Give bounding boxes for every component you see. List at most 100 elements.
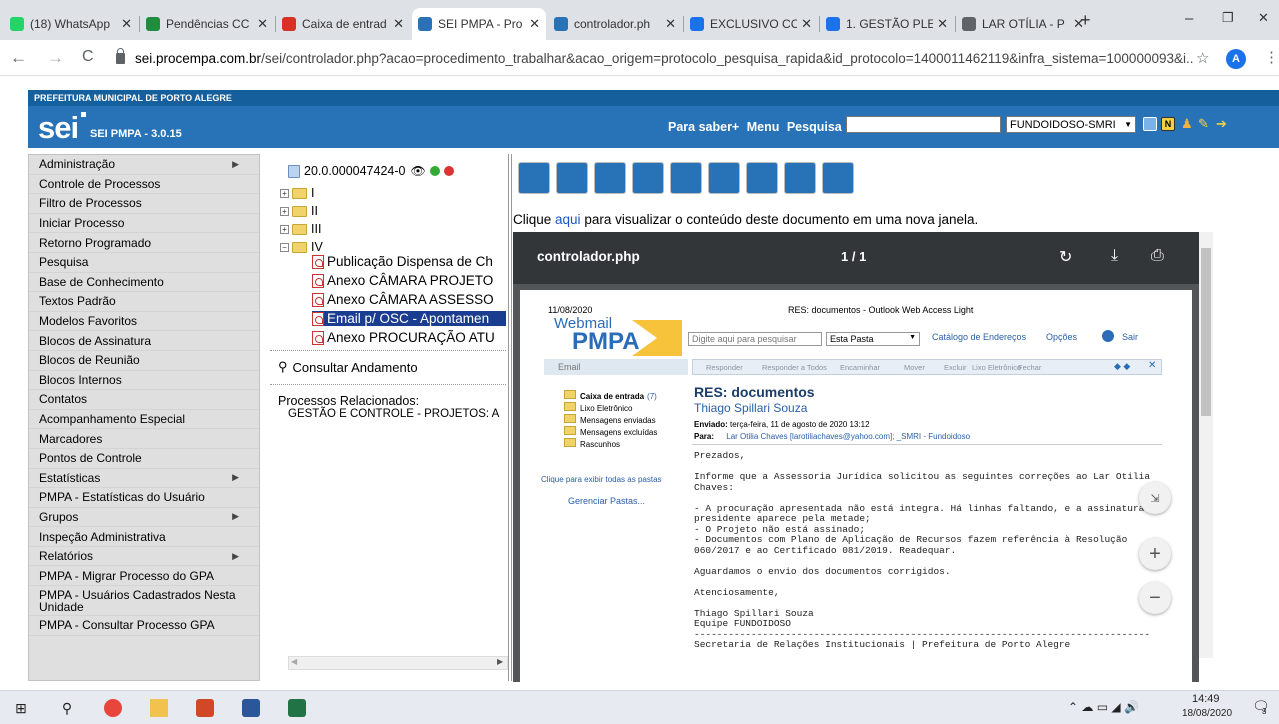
menu-item[interactable]: Modelos Favoritos — [29, 312, 259, 332]
email-search-input[interactable]: Digite aqui para pesquisar — [688, 332, 822, 346]
tree-folder[interactable]: + II — [280, 204, 318, 218]
scrollbar-thumb[interactable] — [1201, 248, 1211, 416]
clock-time[interactable]: 14:49 — [1192, 693, 1220, 705]
menu-item[interactable]: PMPA - Consultar Processo GPA — [29, 616, 259, 636]
user-icon[interactable]: ♟ — [1181, 117, 1195, 131]
notes-icon[interactable]: N — [1161, 117, 1175, 131]
clock-date[interactable]: 18/08/2020 — [1182, 708, 1232, 719]
email-action-button[interactable]: Excluir — [944, 363, 967, 372]
tree-folder[interactable]: − IV — [280, 240, 323, 254]
browser-tab[interactable]: controlador.ph ✕ — [548, 8, 682, 40]
tree-document[interactable]: Anexo CÂMARA ASSESSO — [312, 292, 494, 307]
document-edit-icon[interactable] — [632, 162, 664, 194]
eye-icon[interactable]: 👁 — [410, 164, 425, 178]
close-tab-icon[interactable]: ✕ — [937, 16, 948, 32]
menu-item[interactable]: Blocos de Assinatura — [29, 331, 259, 351]
edit-cancel-icon[interactable] — [784, 162, 816, 194]
email-action-button[interactable]: Lixo Eletrônico — [972, 363, 1021, 372]
tree-folder[interactable]: + I — [280, 186, 314, 200]
sei-search-input[interactable] — [846, 116, 1001, 133]
show-all-folders-link[interactable]: Clique para exibir todas as pastas — [541, 475, 662, 484]
menu-item[interactable]: Base de Conhecimento — [29, 273, 259, 293]
powerpoint-icon[interactable] — [196, 699, 214, 717]
rotate-icon[interactable]: ↻ — [1059, 247, 1072, 267]
email-folder-item[interactable]: Lixo Eletrônico — [564, 402, 632, 413]
tree-horizontal-scrollbar[interactable]: ◀ ▶ — [288, 656, 508, 670]
collapse-icon[interactable]: − — [280, 242, 289, 252]
sei-logo[interactable]: sei — [38, 110, 79, 146]
open-new-window-link[interactable]: aqui — [555, 212, 581, 227]
menu-item[interactable]: PMPA - Estatísticas do Usuário — [29, 488, 259, 508]
menu-item[interactable]: Filtro de Processos — [29, 194, 259, 214]
file-explorer-icon[interactable] — [150, 699, 168, 717]
menu-item[interactable]: Pesquisa — [29, 253, 259, 273]
remove-icon[interactable] — [443, 166, 454, 176]
exit-link[interactable]: Sair — [1122, 332, 1138, 342]
reload-icon[interactable]: C — [82, 48, 94, 66]
word-icon[interactable] — [242, 699, 260, 717]
reading-icon[interactable] — [518, 162, 550, 194]
email-folder-item[interactable]: Caixa de entrada (7) — [564, 390, 657, 401]
email-action-button[interactable]: Encaminhar — [840, 363, 880, 372]
menu-item[interactable]: Inspeção Administrativa — [29, 527, 259, 547]
close-tab-icon[interactable]: ✕ — [121, 16, 132, 32]
navigate-arrows-icon[interactable]: ◆ ◆ — [1114, 361, 1130, 372]
url-field[interactable]: sei.procempa.com.br/sei/controlador.php?… — [116, 45, 1194, 72]
forward-icon[interactable]: → — [47, 48, 64, 68]
windows-start-icon[interactable]: ⊞ — [12, 699, 30, 717]
thumb-up-icon[interactable] — [594, 162, 626, 194]
email-action-button[interactable]: Responder a Todos — [762, 363, 827, 372]
list-view-icon[interactable] — [1143, 117, 1157, 131]
print-icon[interactable]: ⎙ — [1151, 247, 1164, 265]
browser-tab[interactable]: Caixa de entrad ✕ — [276, 8, 410, 40]
minimize-button[interactable]: – — [1185, 10, 1193, 27]
menu-item[interactable]: Blocos Internos — [29, 371, 259, 391]
email-folder-item[interactable]: Rascunhos — [564, 438, 620, 449]
delete-icon[interactable] — [822, 162, 854, 194]
menu-item[interactable]: Iniciar Processo — [29, 214, 259, 234]
browser-tab[interactable]: SEI PMPA - Pro ✕ — [412, 8, 546, 40]
tools-icon[interactable]: ✎ — [1198, 117, 1212, 131]
email-folder-item[interactable]: Mensagens enviadas — [564, 414, 656, 425]
send-process-icon[interactable] — [670, 162, 702, 194]
browser-tab[interactable]: LAR OTÍLIA - P ✕ — [956, 8, 1090, 40]
menu-item[interactable]: Grupos ▶ — [29, 508, 259, 528]
scroll-left-icon[interactable]: ◀ — [291, 657, 297, 666]
notifications-icon[interactable]: 🗨 — [1252, 698, 1270, 715]
email-icon[interactable] — [708, 162, 740, 194]
menu-item[interactable]: Controle de Processos — [29, 175, 259, 195]
maximize-button[interactable]: ❐ — [1222, 10, 1234, 26]
tree-document[interactable]: Anexo CÂMARA PROJETO — [312, 273, 493, 288]
menu-item[interactable]: Pontos de Controle — [29, 449, 259, 469]
search-icon[interactable]: ⚲ — [58, 699, 76, 717]
expand-icon[interactable]: + — [280, 206, 289, 216]
browser-menu-icon[interactable]: ⋮ — [1264, 48, 1279, 66]
bookmark-star-icon[interactable]: ☆ — [1196, 49, 1209, 67]
close-tab-icon[interactable]: ✕ — [665, 16, 676, 32]
email-action-button[interactable]: Fechar — [1018, 363, 1041, 372]
process-node[interactable]: 20.0.000047424-0 👁 — [288, 164, 454, 178]
email-action-button[interactable]: Responder — [706, 363, 743, 372]
profile-avatar[interactable]: A — [1226, 49, 1246, 69]
close-email-icon[interactable]: ✕ — [1148, 360, 1156, 371]
close-tab-icon[interactable]: ✕ — [529, 16, 540, 32]
chrome-icon[interactable] — [104, 699, 122, 717]
relacionados-link[interactable]: GESTÃO E CONTROLE - PROJETOS: A — [288, 408, 499, 420]
tree-folder[interactable]: + III — [280, 222, 321, 236]
tree-document[interactable]: Email p/ OSC - Apontamen — [312, 311, 506, 326]
email-action-button[interactable]: Mover — [904, 363, 925, 372]
options-link[interactable]: Opções — [1046, 332, 1077, 342]
expand-icon[interactable]: + — [280, 188, 289, 198]
menu-item[interactable]: Retorno Programado — [29, 233, 259, 253]
tray-icons[interactable]: ⌃ ☁ ▭ ◢ 🔊 — [1068, 700, 1139, 714]
menu-item[interactable]: PMPA - Migrar Processo do GPA — [29, 566, 259, 587]
email-folder-item[interactable]: Mensagens excluídas — [564, 426, 657, 437]
consultar-andamento-link[interactable]: ⚲ Consultar Andamento — [278, 359, 418, 375]
exit-icon[interactable]: ➔ — [1216, 117, 1230, 131]
browser-tab[interactable]: Pendências CC ✕ — [140, 8, 274, 40]
close-tab-icon[interactable]: ✕ — [801, 16, 812, 32]
browser-tab[interactable]: 1. GESTÃO PLE ✕ — [820, 8, 954, 40]
menu-item[interactable]: Administração ▶ — [29, 155, 259, 175]
menu-item[interactable]: Estatísticas ▶ — [29, 469, 259, 489]
zoom-out-icon[interactable]: − — [1139, 582, 1171, 614]
